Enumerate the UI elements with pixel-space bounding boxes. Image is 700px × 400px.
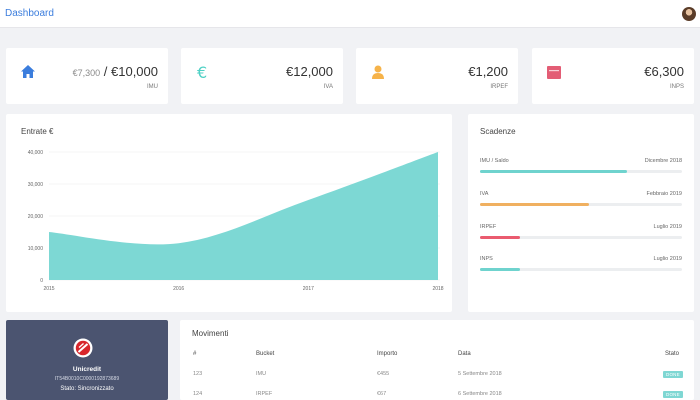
unicredit-logo-icon: [73, 338, 93, 358]
x-tick-label: 2018: [432, 286, 443, 292]
scadenza-name: IRPEF: [480, 224, 497, 230]
stat-card-imu: €7,300 / €10,000 IMU: [6, 48, 168, 104]
progress-track: [480, 268, 682, 271]
y-tick-label: 20,000: [28, 214, 44, 220]
entrate-chart: 40,000 30,000 20,000 10,000 02015 2016 2017 201…: [28, 150, 444, 292]
progress-fill: [480, 236, 521, 239]
scadenza-date: Dicembre 2018: [644, 158, 682, 164]
scadenza-date: Luglio 2019: [653, 224, 682, 230]
movimenti-card: [180, 320, 694, 400]
progress-fill: [480, 203, 590, 206]
x-tick-label: 2015: [43, 286, 54, 292]
cell-data: 6 Settembre 2018: [458, 391, 502, 397]
cell-importo: €455: [377, 371, 390, 377]
cell-bucket: IMU: [256, 371, 267, 377]
bank-name: Unicredit: [72, 366, 102, 373]
scadenza-row: IRPEF Luglio 2019: [480, 224, 682, 244]
stat-label: IRPEF: [490, 84, 508, 90]
progress-track: [480, 203, 682, 206]
column-header-id[interactable]: #: [193, 351, 196, 357]
stat-value: €12,000: [286, 64, 333, 79]
scadenza-row: INPS Luglio 2019: [480, 256, 682, 276]
y-tick-label: 0: [40, 278, 43, 284]
progress-track: [480, 236, 682, 239]
stat-value: €6,300: [644, 64, 684, 79]
entrate-chart-card: Entrate € 40,000 30,000 20,000 10,000 0 2015 2…: [6, 114, 452, 312]
user-avatar[interactable]: [682, 7, 696, 21]
scadenza-name: INPS: [480, 256, 493, 262]
y-tick-label: 40,000: [28, 150, 44, 156]
cell-data: 5 Settembre 2018: [458, 371, 502, 377]
status-badge: DONE: [663, 391, 683, 398]
stat-value: €1,200: [468, 64, 508, 79]
column-header-data[interactable]: Data: [458, 351, 471, 357]
scadenza-name: IVA: [480, 191, 489, 197]
scadenza-name: IMU / Saldo: [480, 158, 509, 164]
scadenza-row: IMU / Saldo Dicembre 2018: [480, 158, 682, 178]
status-badge: DONE: [663, 371, 683, 378]
stat-card-iva: € €12,000 IVA: [181, 48, 343, 104]
svg-text:€: €: [197, 64, 207, 80]
y-tick-label: 10,000: [28, 246, 44, 252]
stat-card-irpef: €1,200 IRPEF: [356, 48, 518, 104]
y-tick-label: 30,000: [28, 182, 44, 188]
scadenza-row: IVA Febbraio 2019: [480, 191, 682, 211]
column-header-bucket[interactable]: Bucket: [256, 351, 274, 357]
calendar-icon: [547, 66, 561, 79]
cell-id: 123: [193, 371, 203, 377]
x-tick-label: 2017: [303, 286, 314, 292]
scadenza-date: Febbraio 2019: [646, 191, 682, 197]
stat-card-inps: €6,300 INPS: [532, 48, 694, 104]
stat-value: €7,300 / €10,000: [72, 64, 158, 79]
progress-fill: [480, 268, 521, 271]
column-header-importo[interactable]: Importo: [377, 351, 397, 357]
column-header-stato[interactable]: Stato: [665, 351, 679, 357]
progress-track: [480, 170, 682, 173]
euro-icon: €: [197, 64, 207, 80]
scadenza-date: Luglio 2019: [653, 256, 682, 262]
progress-fill: [480, 170, 628, 173]
x-tick-label: 2016: [173, 286, 184, 292]
cell-bucket: IRPEF: [256, 391, 273, 397]
cell-id: 124: [193, 391, 203, 397]
page-title: Dashboard: [5, 8, 54, 19]
user-icon: [372, 65, 384, 79]
stat-label: IVA: [323, 84, 333, 90]
scadenze-card: Scadenze IMU / Saldo Dicembre 2018 IVA Febb…: [468, 114, 694, 312]
bank-iban: IT54B0010C000019287368​9: [54, 376, 120, 382]
stat-label: IMU: [147, 84, 158, 90]
movimenti-title: Movimenti: [192, 329, 229, 338]
stat-label: INPS: [669, 84, 684, 90]
home-icon: [21, 65, 35, 78]
scadenze-title: Scadenze: [480, 127, 516, 136]
cell-importo: €67: [377, 391, 387, 397]
bank-status: Stato: Sincronizzato: [60, 386, 114, 392]
top-bar: Dashboard: [0, 0, 700, 28]
